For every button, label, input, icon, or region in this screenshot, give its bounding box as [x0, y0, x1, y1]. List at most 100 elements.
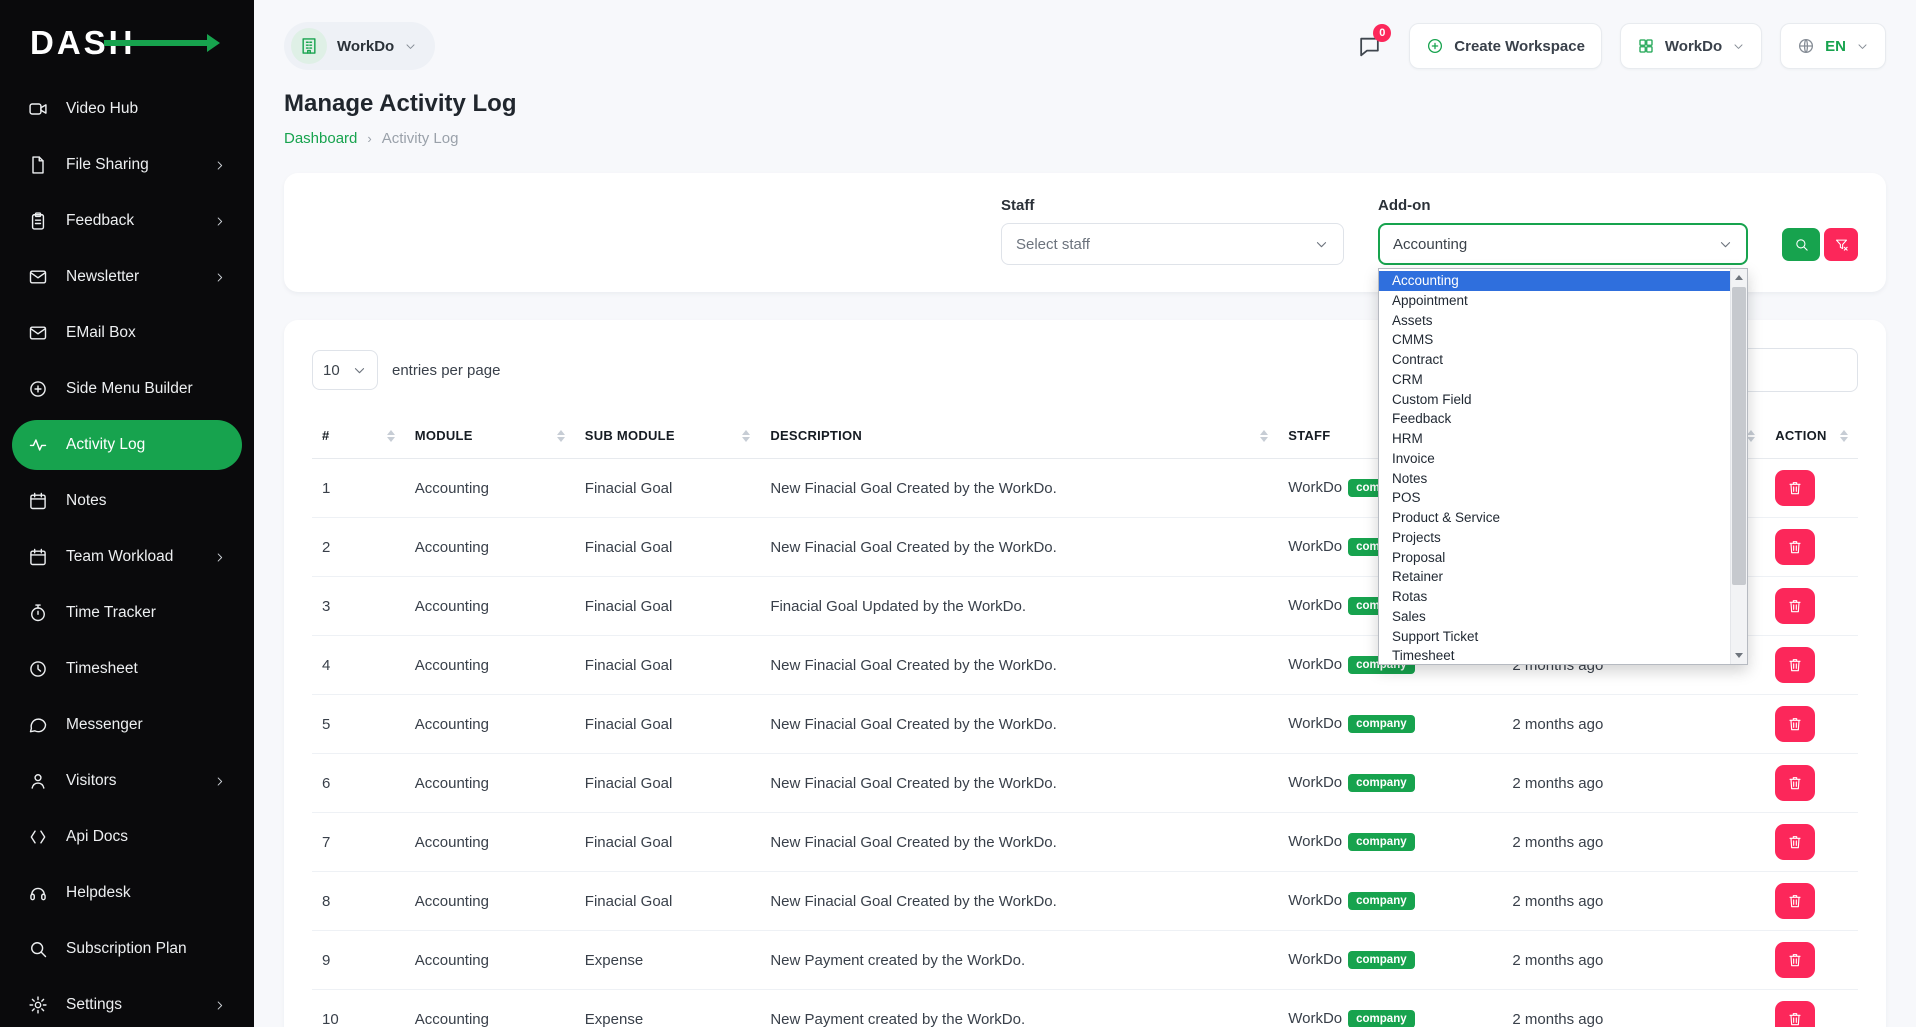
- sort-icon[interactable]: [742, 430, 750, 442]
- gear-icon: [28, 995, 48, 1015]
- language-selector[interactable]: EN: [1780, 23, 1886, 69]
- description-cell: New Finacial Goal Created by the WorkDo.: [760, 813, 1278, 872]
- row-number-cell: 2: [312, 518, 405, 577]
- sidebar-item-time-tracker[interactable]: Time Tracker: [12, 588, 242, 638]
- scrollbar-up-arrow-icon[interactable]: [1731, 269, 1747, 286]
- dropdown-option-timesheet[interactable]: Timesheet: [1379, 646, 1730, 665]
- sort-icon[interactable]: [1260, 430, 1268, 442]
- dropdown-option-assets[interactable]: Assets: [1379, 311, 1730, 331]
- sidebar-item-video-hub[interactable]: Video Hub: [12, 84, 242, 134]
- sidebar-item-subscription-plan[interactable]: Subscription Plan: [12, 924, 242, 974]
- dash-logo[interactable]: DASH: [30, 24, 136, 62]
- sidebar-item-settings[interactable]: Settings: [12, 980, 242, 1027]
- addon-dropdown-options: AccountingAppointmentAssetsCMMSContractC…: [1379, 269, 1730, 664]
- sidebar-item-activity-log[interactable]: Activity Log: [12, 420, 242, 470]
- dropdown-option-cmms[interactable]: CMMS: [1379, 330, 1730, 350]
- trash-icon: [1787, 834, 1803, 850]
- sidebar-item-timesheet[interactable]: Timesheet: [12, 644, 242, 694]
- delete-button[interactable]: [1775, 706, 1815, 742]
- column-label: DESCRIPTION: [770, 428, 862, 443]
- entries-per-page-value: 10: [323, 362, 340, 379]
- column-header-sub-module[interactable]: SUB MODULE: [575, 416, 761, 459]
- delete-button[interactable]: [1775, 883, 1815, 919]
- staff-select[interactable]: Select staff: [1001, 223, 1344, 265]
- visitor-icon: [28, 771, 48, 791]
- dropdown-option-pos[interactable]: POS: [1379, 488, 1730, 508]
- logo-arrow-icon: [104, 40, 208, 46]
- module-cell: Accounting: [405, 872, 575, 931]
- dropdown-option-crm[interactable]: CRM: [1379, 370, 1730, 390]
- row-number-cell: 4: [312, 636, 405, 695]
- column-header-module[interactable]: MODULE: [405, 416, 575, 459]
- scrollbar-down-arrow-icon[interactable]: [1731, 647, 1747, 664]
- breadcrumb-dashboard-link[interactable]: Dashboard: [284, 130, 357, 147]
- dropdown-option-proposal[interactable]: Proposal: [1379, 548, 1730, 568]
- sort-icon[interactable]: [387, 430, 395, 442]
- search-button[interactable]: [1782, 228, 1820, 261]
- workspace-menu-button[interactable]: WorkDo: [1620, 23, 1762, 69]
- workspace-switcher[interactable]: WorkDo: [284, 22, 435, 70]
- grid-icon: [1637, 37, 1655, 55]
- messages-button[interactable]: 0: [1347, 24, 1391, 68]
- sidebar-item-api-docs[interactable]: Api Docs: [12, 812, 242, 862]
- sidebar-item-notes[interactable]: Notes: [12, 476, 242, 526]
- search-icon: [1794, 237, 1809, 252]
- table-row: 6AccountingFinacial GoalNew Finacial Goa…: [312, 754, 1858, 813]
- column-header-action[interactable]: ACTION: [1765, 416, 1858, 459]
- action-cell: [1765, 872, 1858, 931]
- sidebar-item-feedback[interactable]: Feedback: [12, 196, 242, 246]
- dropdown-option-accounting[interactable]: Accounting: [1379, 271, 1730, 291]
- table-row: 8AccountingFinacial GoalNew Finacial Goa…: [312, 872, 1858, 931]
- dropdown-scrollbar[interactable]: [1730, 269, 1747, 664]
- delete-button[interactable]: [1775, 588, 1815, 624]
- dropdown-option-product-service[interactable]: Product & Service: [1379, 508, 1730, 528]
- delete-button[interactable]: [1775, 470, 1815, 506]
- delete-button[interactable]: [1775, 529, 1815, 565]
- delete-button[interactable]: [1775, 765, 1815, 801]
- dropdown-option-custom-field[interactable]: Custom Field: [1379, 390, 1730, 410]
- sidebar-item-visitors[interactable]: Visitors: [12, 756, 242, 806]
- sidebar-item-team-workload[interactable]: Team Workload: [12, 532, 242, 582]
- sort-icon[interactable]: [1840, 430, 1848, 442]
- sort-icon[interactable]: [557, 430, 565, 442]
- row-number-cell: 6: [312, 754, 405, 813]
- company-badge: company: [1348, 833, 1415, 851]
- staff-filter-group: Staff Select staff: [1001, 197, 1344, 265]
- dropdown-option-appointment[interactable]: Appointment: [1379, 291, 1730, 311]
- dropdown-option-sales[interactable]: Sales: [1379, 607, 1730, 627]
- dropdown-option-retainer[interactable]: Retainer: [1379, 567, 1730, 587]
- sidebar-item-email-box[interactable]: EMail Box: [12, 308, 242, 358]
- addon-select-value: Accounting: [1393, 236, 1467, 253]
- dropdown-option-invoice[interactable]: Invoice: [1379, 449, 1730, 469]
- dropdown-option-contract[interactable]: Contract: [1379, 350, 1730, 370]
- sidebar-item-newsletter[interactable]: Newsletter: [12, 252, 242, 302]
- column-header-description[interactable]: DESCRIPTION: [760, 416, 1278, 459]
- sidebar-item-file-sharing[interactable]: File Sharing: [12, 140, 242, 190]
- action-cell: [1765, 931, 1858, 990]
- dropdown-option-feedback[interactable]: Feedback: [1379, 409, 1730, 429]
- sidebar-item-helpdesk[interactable]: Helpdesk: [12, 868, 242, 918]
- column-label: STAFF: [1288, 428, 1330, 443]
- sort-icon[interactable]: [1747, 430, 1755, 442]
- workspace-name: WorkDo: [337, 38, 394, 55]
- mail-icon: [28, 323, 48, 343]
- sidebar-item-side-menu-builder[interactable]: Side Menu Builder: [12, 364, 242, 414]
- column-header-num[interactable]: #: [312, 416, 405, 459]
- entries-per-page-select[interactable]: 10: [312, 350, 378, 390]
- create-workspace-button[interactable]: Create Workspace: [1409, 23, 1602, 69]
- delete-button[interactable]: [1775, 1001, 1815, 1027]
- dropdown-option-support-ticket[interactable]: Support Ticket: [1379, 627, 1730, 647]
- plus-circle-icon: [1426, 37, 1444, 55]
- sidebar-item-messenger[interactable]: Messenger: [12, 700, 242, 750]
- dropdown-option-notes[interactable]: Notes: [1379, 469, 1730, 489]
- delete-button[interactable]: [1775, 942, 1815, 978]
- addon-select[interactable]: Accounting: [1378, 223, 1748, 265]
- module-cell: Accounting: [405, 577, 575, 636]
- scrollbar-thumb[interactable]: [1732, 287, 1746, 585]
- delete-button[interactable]: [1775, 824, 1815, 860]
- delete-button[interactable]: [1775, 647, 1815, 683]
- dropdown-option-hrm[interactable]: HRM: [1379, 429, 1730, 449]
- dropdown-option-projects[interactable]: Projects: [1379, 528, 1730, 548]
- reset-filter-button[interactable]: [1824, 228, 1858, 261]
- dropdown-option-rotas[interactable]: Rotas: [1379, 587, 1730, 607]
